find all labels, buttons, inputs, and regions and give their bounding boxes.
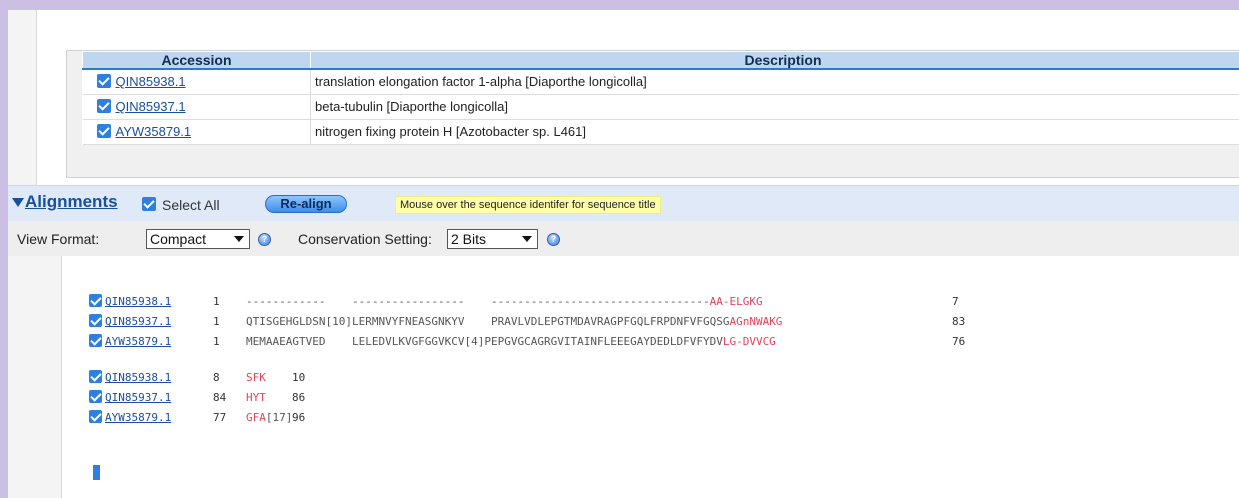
sequence-id-link[interactable]: QIN85938.1 [105,295,171,308]
end-position: 96 [292,411,306,424]
row-checkbox[interactable] [96,124,111,138]
alignment-row: QIN85938.1 8 SFK 10 [89,370,305,386]
sequence-checkbox[interactable] [89,294,102,307]
end-position: 76 [952,335,966,348]
view-format-select[interactable]: Compact [146,229,250,249]
alignments-header: Alignments Select All Re-align Mouse ove… [8,185,1239,221]
collapse-triangle-icon[interactable] [12,198,24,207]
view-format-label: View Format: [17,231,100,247]
accession-table: Accession Description QIN85938.1 transla… [82,51,1239,145]
row-checkbox[interactable] [96,99,111,113]
accession-link[interactable]: AYW35879.1 [116,124,192,139]
sequence-id-link[interactable]: AYW35879.1 [105,411,171,424]
end-position: 83 [952,315,966,328]
sequence-checkbox[interactable] [89,410,102,423]
conservation-setting-select[interactable]: 2 Bits [447,229,538,249]
text-cursor [93,465,100,480]
column-header-accession[interactable]: Accession [82,51,311,70]
start-position: 1 [213,295,220,308]
sequence-id-link[interactable]: QIN85937.1 [105,315,171,328]
sequence-text: MEMAAEAGTVED LELEDVLKVGFGGVKCV[4]PEPGVGC… [246,335,776,348]
alignment-row: QIN85938.1 1 ------------ --------------… [89,294,959,310]
end-position: 10 [292,371,306,384]
sequence-checkbox[interactable] [89,334,102,347]
sequence-text: QTISGEHGLDSN[10]LERMNVYFNEASGNKYV PRAVLV… [246,315,783,328]
chevron-down-icon [522,236,532,242]
realign-button[interactable]: Re-align [265,195,347,213]
start-position: 77 [213,411,227,424]
accession-table-container: Accession Description QIN85938.1 transla… [66,50,1239,178]
row-checkbox[interactable] [96,74,111,89]
alignment-row: QIN85937.1 84 HYT 86 [89,390,305,406]
chevron-down-icon [234,236,244,242]
alignment-row: QIN85937.1 1 QTISGEHGLDSN[10]LERMNVYFNEA… [89,314,965,330]
sequence-id-link[interactable]: QIN85938.1 [105,371,171,384]
start-position: 8 [213,371,220,384]
description-cell: nitrogen fixing protein H [Azotobacter s… [310,119,1239,145]
select-all-label: Select All [162,197,220,213]
sequence-id-link[interactable]: AYW35879.1 [105,335,171,348]
sequence-text: ------------ ----------------- ---------… [246,295,763,308]
accession-panel: Accession Description QIN85938.1 transla… [36,10,1239,192]
sequence-id-link[interactable]: QIN85937.1 [105,391,171,404]
help-icon[interactable]: ? [258,233,271,246]
alignment-view: QIN85938.1 1 ------------ --------------… [61,256,1239,498]
accession-link[interactable]: QIN85938.1 [116,74,186,89]
page-frame: Accession Description QIN85938.1 transla… [8,10,1239,498]
sequence-checkbox[interactable] [89,390,102,403]
end-position: 7 [952,295,959,308]
sequence-text: SFK [246,371,266,384]
accession-link[interactable]: QIN85937.1 [116,99,186,114]
help-icon[interactable]: ? [547,233,560,246]
alignment-row: AYW35879.1 1 MEMAAEAGTVED LELEDVLKVGFGGV… [89,334,965,350]
sequence-checkbox[interactable] [89,370,102,383]
column-header-description[interactable]: Description [310,51,1239,70]
end-position: 86 [292,391,306,404]
start-position: 1 [213,315,220,328]
description-cell: beta-tubulin [Diaporthe longicolla] [310,94,1239,120]
table-row: AYW35879.1 nitrogen fixing protein H [Az… [82,119,1239,145]
alignments-title-link[interactable]: Alignments [25,192,118,212]
sequence-text: GFA[17] [246,411,293,424]
description-cell: translation elongation factor 1-alpha [D… [310,69,1239,95]
select-all-checkbox[interactable] [142,197,156,211]
table-row: QIN85937.1 beta-tubulin [Diaporthe longi… [82,94,1239,120]
start-position: 1 [213,335,220,348]
hint-tooltip: Mouse over the sequence identifer for se… [395,196,661,214]
sequence-text: HYT [246,391,266,404]
view-options-bar: View Format: Compact ? Conservation Sett… [8,221,1239,256]
table-row: QIN85938.1 translation elongation factor… [82,69,1239,95]
start-position: 84 [213,391,227,404]
alignment-row: AYW35879.1 77 GFA[17] 96 [89,410,305,426]
conservation-setting-label: Conservation Setting: [298,231,432,247]
sequence-checkbox[interactable] [89,314,102,327]
